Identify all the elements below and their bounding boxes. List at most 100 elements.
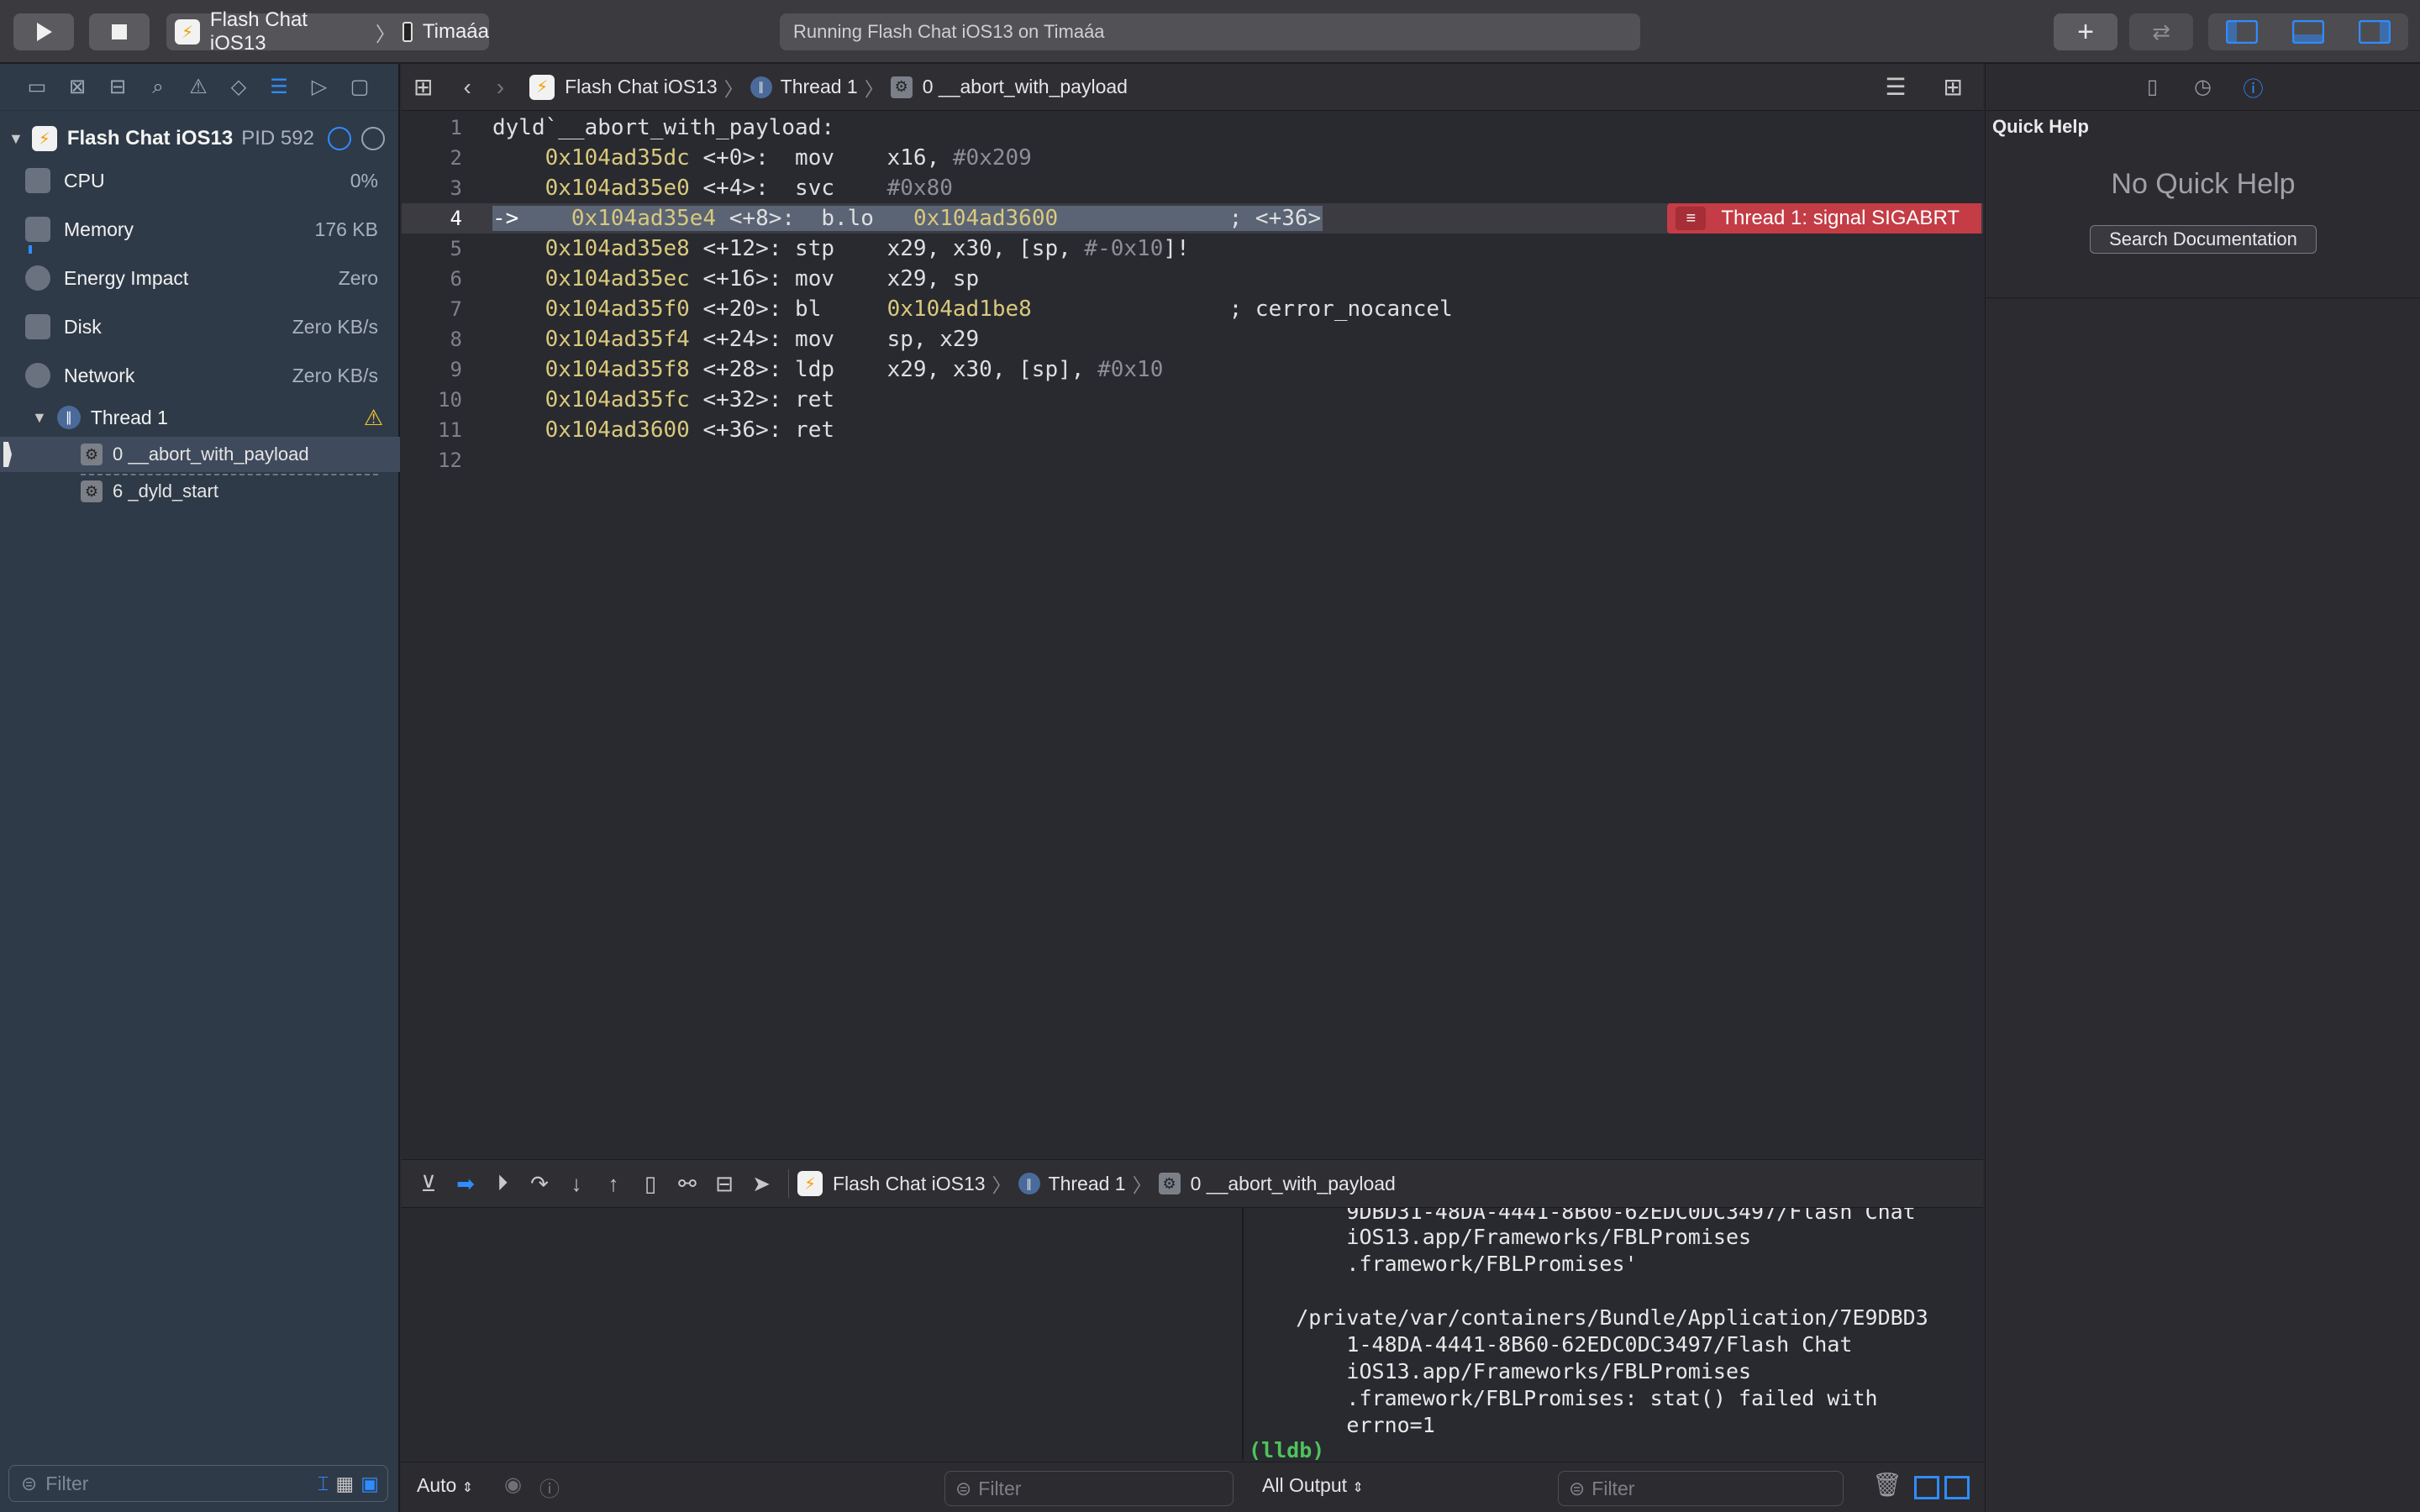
code-line: 10 0x104ad35fc <+32>: ret: [402, 385, 1983, 415]
code-text: <+32>: ret: [689, 387, 834, 412]
debug-breadcrumb-frame[interactable]: 0 __abort_with_payload: [1191, 1173, 1396, 1195]
code-line: 7 0x104ad35f0 <+20>: bl 0x104ad1be8 ; ce…: [402, 294, 1983, 324]
code-operand: 0x104ad3600: [913, 206, 1059, 231]
step-out-icon[interactable]: ↑: [595, 1171, 632, 1197]
disassembly-editor[interactable]: 1 dyld`__abort_with_payload: 2 0x104ad35…: [402, 111, 1983, 1158]
debug-breadcrumb-thread[interactable]: Thread 1: [1049, 1173, 1126, 1195]
warning-icon[interactable]: ⚠: [364, 405, 383, 431]
console-output[interactable]: 9DBD31-48DA-4441-8B60-62EDC0DC3497/Flash…: [1245, 1208, 1983, 1460]
code-text: <+20>: bl: [689, 297, 887, 322]
find-icon[interactable]: ⌕: [146, 76, 170, 99]
editor-options-icon[interactable]: ☰: [1885, 73, 1906, 101]
filter-crashed-icon[interactable]: ⌶: [318, 1473, 329, 1495]
quick-help-title: Quick Help: [1992, 116, 2089, 137]
gauge-disk[interactable]: Disk Zero KB/s: [25, 302, 378, 351]
breadcrumb-project[interactable]: Flash Chat iOS13: [565, 76, 718, 98]
line-number: 6: [450, 267, 462, 291]
gauge-network[interactable]: Network Zero KB/s: [25, 351, 378, 400]
quick-help-icon[interactable]: ⓘ: [2241, 72, 2266, 102]
step-into-icon[interactable]: ↓: [558, 1171, 595, 1197]
error-annotation[interactable]: ≡ Thread 1: signal SIGABRT: [1667, 203, 1981, 234]
gauge-label: Memory: [64, 218, 134, 240]
forward-arrow-icon[interactable]: ›: [497, 74, 504, 101]
history-inspector-icon[interactable]: ◷: [2191, 75, 2216, 99]
info-icon[interactable]: ⓘ: [539, 1473, 560, 1502]
gauge-value: Zero KB/s: [292, 315, 378, 338]
run-button[interactable]: [13, 13, 74, 50]
variables-view[interactable]: [402, 1208, 1244, 1460]
lldb-prompt[interactable]: (lldb): [1249, 1438, 1324, 1460]
issue-warning-icon[interactable]: ⚠: [187, 75, 210, 99]
code-address: 0x104ad35f8: [492, 357, 690, 382]
library-add-button[interactable]: +: [2054, 13, 2118, 50]
related-items-icon[interactable]: ⊞: [413, 73, 433, 101]
add-editor-icon[interactable]: ⊞: [1944, 73, 1963, 101]
symbol-icon[interactable]: ⊟: [106, 75, 129, 99]
stack-frame-row[interactable]: ⚙ 0 __abort_with_payload: [0, 437, 400, 472]
gauge-label: Energy Impact: [64, 266, 189, 289]
debug-navigator-icon[interactable]: ☰: [267, 75, 291, 99]
breadcrumb-thread[interactable]: Thread 1: [781, 76, 858, 98]
trash-icon[interactable]: 🗑: [1872, 1471, 1902, 1499]
report-icon[interactable]: ▢: [348, 75, 371, 99]
memory-graph-icon[interactable]: ⚯: [669, 1171, 706, 1197]
gauge-memory[interactable]: Memory 176 KB: [25, 205, 378, 254]
show-variables-icon[interactable]: [1914, 1476, 1939, 1499]
console-filter-field[interactable]: ⊜ Filter: [1558, 1471, 1844, 1506]
thread-row[interactable]: ▼ ∥ Thread 1 ⚠: [0, 400, 400, 435]
search-documentation-button[interactable]: Search Documentation: [2090, 225, 2317, 254]
disclosure-open-icon[interactable]: ▼: [32, 409, 47, 427]
code-text: <+28>: ldp x29, x30, [sp],: [689, 357, 1098, 382]
gauge-value: 0%: [350, 169, 378, 192]
gauge-energy[interactable]: Energy Impact Zero: [25, 254, 378, 302]
console-line: errno=1: [1245, 1413, 1435, 1437]
show-console-icon[interactable]: [1944, 1476, 1970, 1499]
thread-icon: ∥: [56, 406, 81, 429]
variables-scope-popup[interactable]: Auto ⇕: [417, 1474, 473, 1497]
stop-button[interactable]: [89, 13, 150, 50]
eye-icon[interactable]: ◉: [504, 1473, 522, 1497]
review-button[interactable]: ⇄: [2129, 13, 2193, 50]
code-text: <+16>: mov x29, sp: [689, 266, 980, 291]
scheme-selector[interactable]: ⚡ Flash Chat iOS13 〉 Timaáa: [166, 8, 489, 55]
scheme-device-label: Timaáa: [422, 20, 489, 43]
navigator-filter-field[interactable]: ⊜ Filter ⌶ ▦ ▣: [8, 1465, 388, 1502]
stack-frame-row[interactable]: ⚙ 6 _dyld_start: [0, 474, 400, 509]
step-over-icon[interactable]: ↷: [521, 1171, 558, 1197]
output-scope-popup[interactable]: All Output ⇕: [1262, 1474, 1364, 1497]
breakpoints-toggle-icon[interactable]: ➡: [447, 1171, 484, 1197]
navigator-toggle-icon[interactable]: [2225, 20, 2258, 44]
gauge-icon[interactable]: [327, 127, 351, 150]
back-arrow-icon[interactable]: ‹: [463, 74, 471, 101]
variables-filter-field[interactable]: ⊜ Filter: [944, 1471, 1234, 1506]
editor-jump-bar: ⊞ ‹ › ⚡ Flash Chat iOS13 〉 ∥ Thread 1 〉 …: [402, 64, 1983, 111]
simulate-location-icon[interactable]: ➤: [743, 1171, 780, 1197]
gauge-cpu[interactable]: CPU 0%: [25, 156, 378, 205]
filter-threads-icon[interactable]: ▣: [360, 1473, 379, 1495]
inspector-panel: ▯ ◷ ⓘ Quick Help No Quick Help Search Do…: [1985, 64, 2420, 1512]
breadcrumb-frame[interactable]: 0 __abort_with_payload: [923, 76, 1128, 98]
view-hierarchy-icon[interactable]: ▯: [632, 1171, 669, 1197]
folder-icon[interactable]: ▭: [25, 75, 49, 99]
process-row[interactable]: ▼ ⚡ Flash Chat iOS13 PID 592: [0, 119, 400, 158]
chevron-right-icon: 〉: [1132, 1174, 1152, 1196]
breakpoint-navigator-icon[interactable]: ▷: [308, 75, 331, 99]
source-control-icon[interactable]: ⊠: [66, 75, 89, 99]
line-number: 10: [438, 388, 462, 412]
gauge-value: 176 KB: [314, 218, 378, 240]
debug-breadcrumb-project[interactable]: Flash Chat iOS13: [833, 1173, 986, 1195]
test-icon[interactable]: ◇: [227, 75, 250, 99]
debug-toggle-icon[interactable]: [2291, 20, 2324, 44]
code-address: 0x104ad35dc: [492, 145, 690, 171]
filter-frames-icon[interactable]: ▦: [336, 1473, 355, 1495]
threads-icon[interactable]: [360, 127, 385, 150]
environment-overrides-icon[interactable]: ⊟: [706, 1171, 743, 1197]
inspector-toggle-icon[interactable]: [2359, 20, 2391, 44]
file-inspector-icon[interactable]: ▯: [2140, 75, 2165, 99]
code-text: <+0>: mov x16,: [689, 145, 953, 171]
cpu-icon: [25, 168, 50, 193]
hide-debug-area-icon[interactable]: ⊻: [410, 1171, 447, 1197]
continue-icon[interactable]: ⏵: [484, 1170, 521, 1197]
disclosure-open-icon[interactable]: ▼: [8, 130, 24, 148]
current-frame-indicator: [3, 442, 12, 467]
